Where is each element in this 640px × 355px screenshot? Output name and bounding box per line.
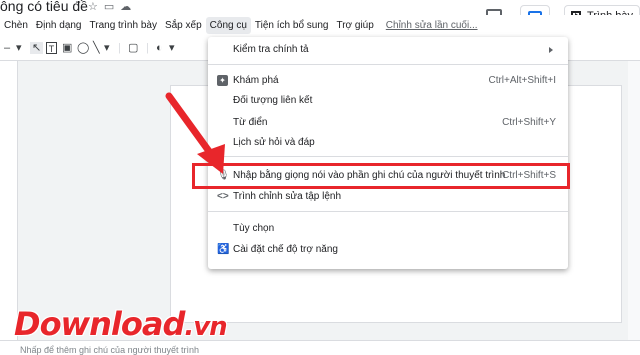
menu-format[interactable]: Định dạng — [32, 17, 86, 34]
line-tool-icon[interactable]: ╲ — [93, 42, 100, 54]
menu-separator — [208, 156, 568, 157]
move-folder-icon[interactable]: ▭ — [104, 0, 114, 13]
menu-item-qa-history[interactable]: Lịch sử hỏi và đáp — [208, 133, 568, 153]
watermark-main-text: Download — [14, 305, 185, 343]
menu-item-label: Cài đặt chế độ trợ năng — [233, 244, 338, 255]
toolbar-divider: | — [118, 42, 121, 54]
select-tool-icon[interactable]: ↖ — [30, 42, 44, 54]
menu-item-preferences[interactable]: Tùy chọn — [208, 219, 568, 239]
cloud-status-icon[interactable]: ☁ — [120, 0, 131, 13]
menu-help[interactable]: Trợ giúp — [332, 17, 377, 34]
watermark-suffix-text: .vn — [184, 312, 227, 342]
menu-addons[interactable]: Tiện ích bổ sung — [251, 17, 333, 34]
menu-slide[interactable]: Trang trình bày — [86, 17, 161, 34]
explore-icon: ✦ — [217, 75, 228, 86]
menu-item-label: Đối tượng liên kết — [233, 95, 313, 106]
menu-item-label: Từ điển — [233, 117, 268, 128]
menu-item-label: Trình chỉnh sửa tập lệnh — [233, 191, 342, 202]
title-icons: ☆ ▭ ☁ — [88, 0, 131, 13]
menu-item-linked-objects[interactable]: Đối tượng liên kết — [208, 91, 568, 111]
textbox-tool-icon[interactable]: T — [46, 42, 57, 54]
menu-bar: Chèn Định dạng Trang trình bày Sắp xếp C… — [0, 15, 640, 35]
comment-add-icon[interactable]: ▢ — [128, 42, 138, 54]
menu-item-shortcut: Ctrl+Shift+Y — [502, 117, 556, 128]
fill-dropdown-icon[interactable]: ▾ — [169, 42, 175, 54]
menu-item-label: Tùy chọn — [233, 223, 275, 234]
menu-item-spelling[interactable]: Kiểm tra chính tả — [208, 40, 568, 60]
menu-item-dictionary[interactable]: Từ điển Ctrl+Shift+Y — [208, 113, 568, 133]
star-icon[interactable]: ☆ — [88, 0, 98, 13]
menu-item-accessibility[interactable]: ♿ Cài đặt chế độ trợ năng — [208, 240, 568, 260]
document-title[interactable]: ông có tiêu đề — [0, 0, 88, 14]
zoom-dropdown-icon[interactable]: ▾ — [16, 42, 22, 54]
menu-insert[interactable]: Chèn — [0, 17, 32, 34]
submenu-arrow-icon — [549, 47, 556, 53]
fill-color-icon[interactable]: ◐ — [156, 42, 163, 54]
image-tool-icon[interactable]: ▣ — [62, 42, 72, 54]
accessibility-icon: ♿ — [217, 244, 230, 255]
menu-item-label: Lịch sử hỏi và đáp — [233, 137, 315, 148]
line-dropdown-icon[interactable]: ▾ — [104, 42, 110, 54]
menu-separator — [208, 64, 568, 65]
menu-arrange[interactable]: Sắp xếp — [161, 17, 206, 34]
menu-tools[interactable]: Công cụ — [205, 16, 251, 34]
menu-item-explore[interactable]: ✦ Khám phá Ctrl+Alt+Shift+I — [208, 71, 568, 91]
more-icon[interactable]: – — [4, 42, 10, 54]
menu-separator — [208, 211, 568, 212]
pointer-arrow — [165, 92, 225, 174]
menu-item-shortcut: Ctrl+Alt+Shift+I — [488, 75, 556, 86]
toolbar-divider-2: | — [146, 42, 149, 54]
speaker-notes-placeholder: Nhấp để thêm ghi chú của người thuyết tr… — [20, 345, 200, 355]
code-icon: <> — [217, 191, 229, 202]
last-edit-link[interactable]: Chỉnh sửa lần cuối... — [382, 17, 482, 34]
menu-item-label: Khám phá — [233, 75, 279, 86]
menu-item-label: Kiểm tra chính tả — [233, 44, 309, 55]
menu-item-script-editor[interactable]: <> Trình chỉnh sửa tập lệnh — [208, 187, 568, 207]
shape-tool-icon[interactable]: ◯ — [77, 42, 89, 54]
highlight-box — [192, 163, 570, 189]
watermark-logo: Download.vn — [14, 305, 228, 343]
vertical-scrollbar[interactable] — [628, 61, 640, 351]
tools-menu-dropdown: Kiểm tra chính tả ✦ Khám phá Ctrl+Alt+Sh… — [208, 37, 568, 269]
